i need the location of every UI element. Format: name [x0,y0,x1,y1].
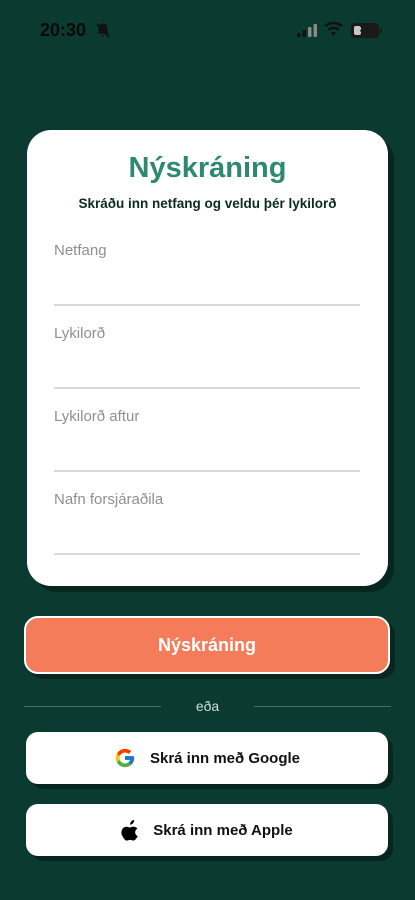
apple-icon [121,819,139,841]
status-bar: 20:30 34 [0,0,415,60]
page-title: Nýskráning [128,152,287,184]
status-time: 20:30 [40,20,87,40]
google-icon [114,747,136,769]
guardian-name-input[interactable] [54,517,360,551]
email-label: Netfang [54,242,107,259]
email-field[interactable]: Netfang [54,242,360,306]
google-signin-label: Skrá inn með Google [149,749,301,767]
battery-tip [380,28,382,33]
email-input[interactable] [54,268,360,302]
register-button[interactable]: Nýskráning [24,616,390,674]
apple-signin-button[interactable]: Skrá inn með Apple [26,804,388,856]
password-confirm-label: Lykilorð aftur [54,408,140,425]
page-subtitle: Skráðu inn netfang og veldu þér lykilorð [78,196,337,211]
password-input[interactable] [54,351,360,385]
wifi-icon [324,21,343,42]
apple-signin-label: Skrá inn með Apple [153,821,293,839]
password-label: Lykilorð [54,325,106,342]
password-field[interactable]: Lykilorð [54,325,360,389]
guardian-name-field[interactable]: Nafn forsjáraðila [54,491,360,555]
battery-percent: 34 [359,24,371,35]
bell-muted-icon [95,22,111,44]
registration-card: Nýskráning Skráðu inn netfang og veldu þ… [27,130,388,586]
password-confirm-field[interactable]: Lykilorð aftur [54,408,360,472]
divider-line-right [254,706,391,707]
signal-icon [297,24,317,42]
password-confirm-input[interactable] [54,434,360,468]
guardian-name-label: Nafn forsjáraðila [54,491,164,508]
battery-icon: 34 [351,23,379,38]
google-signin-button[interactable]: Skrá inn með Google [26,732,388,784]
